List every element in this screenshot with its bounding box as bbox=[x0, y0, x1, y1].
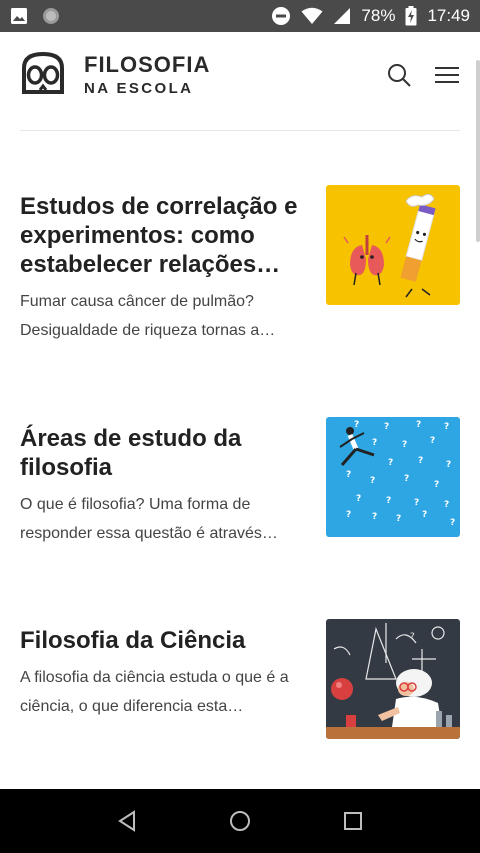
recents-button[interactable] bbox=[333, 801, 373, 841]
svg-text:?: ? bbox=[444, 422, 449, 432]
svg-text:?: ? bbox=[444, 500, 449, 510]
svg-text:?: ? bbox=[384, 422, 389, 432]
svg-text:?: ? bbox=[416, 420, 421, 430]
status-bar: 78% 17:49 bbox=[0, 0, 480, 32]
svg-text:?: ? bbox=[422, 510, 427, 520]
brand-name-bottom: NA ESCOLA bbox=[84, 80, 194, 97]
article-title[interactable]: Filosofia da Ciência bbox=[20, 626, 305, 655]
svg-text:?: ? bbox=[410, 632, 415, 642]
svg-text:?: ? bbox=[370, 476, 375, 486]
svg-text:?: ? bbox=[446, 460, 451, 470]
do-not-disturb-icon bbox=[271, 6, 291, 26]
clock-time: 17:49 bbox=[427, 6, 470, 25]
brand-name-top: FILOSOFIA bbox=[84, 52, 211, 77]
search-button[interactable] bbox=[386, 62, 412, 88]
back-triangle-icon bbox=[117, 810, 135, 832]
divider bbox=[20, 130, 460, 131]
owl-logo-icon bbox=[20, 50, 66, 101]
article-title[interactable]: Áreas de estudo da filosofia bbox=[20, 424, 305, 482]
article-card[interactable]: Áreas de estudo da filosofia O que é fil… bbox=[20, 417, 460, 548]
article-thumbnail[interactable] bbox=[326, 185, 460, 305]
scrollbar[interactable] bbox=[476, 60, 480, 242]
wifi-icon bbox=[301, 7, 323, 25]
article-title[interactable]: Estudos de correlação e experimentos: co… bbox=[20, 192, 305, 279]
article-thumbnail[interactable]: ???? ??? ??? ???? ???? ????? bbox=[326, 417, 460, 537]
article-card[interactable]: Estudos de correlação e experimentos: co… bbox=[20, 185, 460, 345]
hamburger-menu-icon bbox=[435, 67, 459, 83]
svg-text:?: ? bbox=[354, 420, 359, 430]
scientist-illustration: +? bbox=[326, 623, 460, 739]
svg-text:?: ? bbox=[414, 498, 419, 508]
app-header: FILOSOFIA NA ESCOLA bbox=[0, 32, 480, 118]
menu-button[interactable] bbox=[434, 62, 460, 88]
search-icon bbox=[388, 64, 411, 87]
svg-text:?: ? bbox=[386, 496, 391, 506]
svg-text:?: ? bbox=[388, 458, 393, 468]
home-circle-icon bbox=[229, 811, 250, 831]
svg-text:?: ? bbox=[404, 474, 409, 484]
svg-text:?: ? bbox=[372, 512, 377, 522]
battery-percent: 78% bbox=[361, 6, 396, 25]
article-excerpt: A filosofia da ciência estuda o que é a … bbox=[20, 669, 289, 715]
svg-text:?: ? bbox=[434, 480, 439, 490]
svg-text:?: ? bbox=[402, 440, 407, 450]
back-button[interactable] bbox=[107, 801, 147, 841]
svg-text:?: ? bbox=[396, 514, 401, 524]
battery-charging-icon bbox=[405, 6, 417, 26]
site-logo-link[interactable]: FILOSOFIA NA ESCOLA bbox=[20, 50, 210, 101]
lungs-cigarette-illustration bbox=[343, 193, 436, 298]
signal-icon bbox=[333, 7, 351, 25]
article-excerpt: O que é filosofia? Uma forma de responde… bbox=[20, 496, 278, 542]
recents-square-icon bbox=[344, 812, 363, 830]
image-notification-icon bbox=[10, 7, 28, 25]
article-thumbnail[interactable]: +? bbox=[326, 619, 460, 739]
svg-text:?: ? bbox=[418, 456, 423, 466]
svg-text:?: ? bbox=[346, 510, 351, 520]
svg-text:?: ? bbox=[450, 518, 455, 528]
svg-text:?: ? bbox=[346, 470, 351, 480]
svg-text:?: ? bbox=[356, 494, 361, 504]
question-marks-illustration: ???? ??? ??? ???? ???? ????? bbox=[339, 420, 455, 528]
svg-text:?: ? bbox=[430, 436, 435, 446]
article-excerpt: Fumar causa câncer de pulmão? Desigualda… bbox=[20, 293, 276, 339]
home-button[interactable] bbox=[220, 801, 260, 841]
circle-notification-icon bbox=[42, 7, 60, 25]
system-navigation-bar bbox=[0, 789, 480, 853]
svg-text:?: ? bbox=[372, 438, 377, 448]
article-card[interactable]: Filosofia da Ciência A filosofia da ciên… bbox=[20, 619, 460, 739]
